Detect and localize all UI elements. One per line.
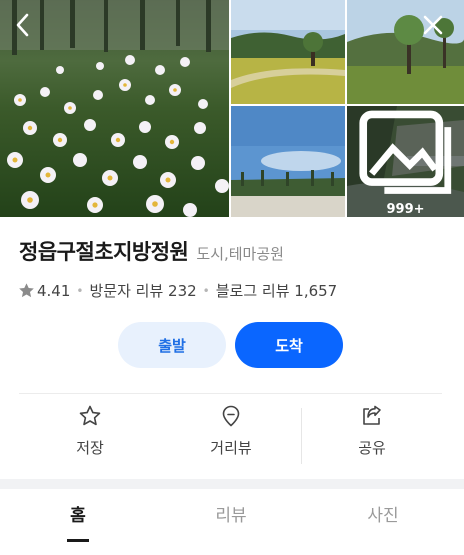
close-icon — [423, 15, 443, 35]
roadview-label: 거리뷰 — [210, 439, 252, 457]
location-pin-icon — [222, 405, 240, 427]
visitor-reviews-link[interactable]: 방문자 리뷰 232 — [89, 280, 196, 301]
save-button[interactable]: 저장 — [30, 404, 150, 464]
section-gap — [0, 479, 464, 489]
rating-value: 4.41 — [37, 281, 71, 300]
gallery-photo-4[interactable] — [231, 106, 345, 217]
tab-home[interactable]: 홈 — [28, 501, 128, 526]
place-detail-page: 999+ 정읍구절초지방정원 도시,테마공원 4.41 • 방문자 리뷰 232… — [0, 0, 464, 555]
stats-row: 4.41 • 방문자 리뷰 232 • 블로그 리뷰 1,657 — [18, 280, 337, 301]
photo-stack-icon — [359, 110, 452, 194]
blog-reviews-link[interactable]: 블로그 리뷰 1,657 — [216, 280, 337, 301]
more-photos-count: 999+ — [386, 202, 425, 217]
tab-reviews[interactable]: 리뷰 — [181, 501, 281, 526]
place-category: 도시,테마공원 — [196, 245, 284, 263]
save-label: 저장 — [76, 439, 104, 457]
close-button[interactable] — [416, 8, 450, 42]
share-label: 공유 — [358, 439, 386, 457]
stats-separator: • — [76, 283, 84, 298]
place-title-row: 정읍구절초지방정원 도시,테마공원 — [19, 236, 284, 266]
star-icon — [19, 283, 34, 298]
photo-gallery: 999+ — [0, 0, 464, 217]
stats-separator: • — [202, 283, 210, 298]
depart-button[interactable]: 출발 — [118, 322, 226, 368]
roadview-button[interactable]: 거리뷰 — [171, 404, 291, 464]
share-icon — [363, 405, 381, 425]
back-button[interactable] — [6, 8, 40, 42]
tab-photos[interactable]: 사진 — [333, 501, 433, 526]
chevron-left-icon — [16, 13, 29, 37]
section-divider — [19, 393, 442, 394]
arrive-button[interactable]: 도착 — [235, 322, 343, 368]
active-tab-indicator — [67, 539, 89, 542]
share-button[interactable]: 공유 — [312, 404, 432, 464]
star-outline-icon — [79, 405, 101, 426]
gallery-photo-more[interactable]: 999+ — [347, 106, 464, 217]
place-name: 정읍구절초지방정원 — [19, 240, 189, 264]
gallery-photo-2[interactable] — [231, 0, 345, 104]
action-separator — [301, 408, 302, 464]
more-photos-overlay[interactable]: 999+ — [347, 106, 464, 217]
tab-bar: 홈 리뷰 사진 — [0, 489, 464, 555]
